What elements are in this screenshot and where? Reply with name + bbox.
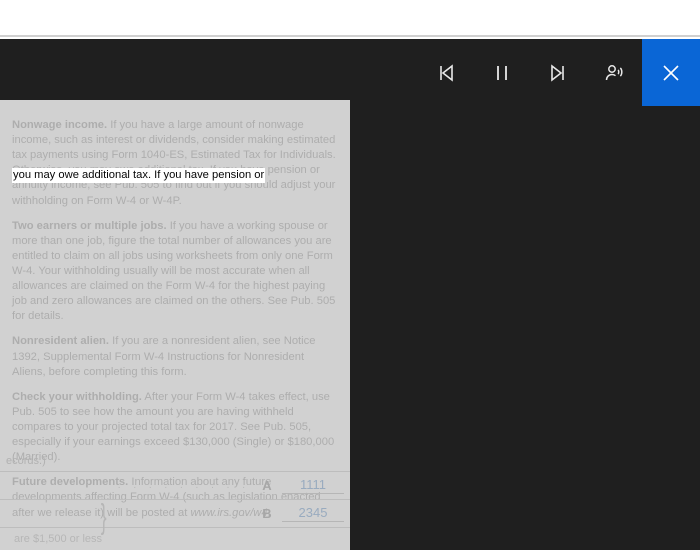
prev-button[interactable]	[418, 39, 474, 106]
read-aloud-highlight: you may owe additional tax. If you have …	[12, 168, 265, 183]
voice-settings-button[interactable]	[586, 39, 642, 106]
next-button[interactable]	[530, 39, 586, 106]
close-button[interactable]	[642, 39, 700, 106]
pause-button[interactable]	[474, 39, 530, 106]
window-top-strip	[0, 0, 700, 37]
document-panel: Nonwage income. If you have a large amou…	[0, 100, 350, 550]
immersive-reader-stage: Nonwage income. If you have a large amou…	[0, 39, 700, 550]
reader-controls	[418, 39, 700, 106]
